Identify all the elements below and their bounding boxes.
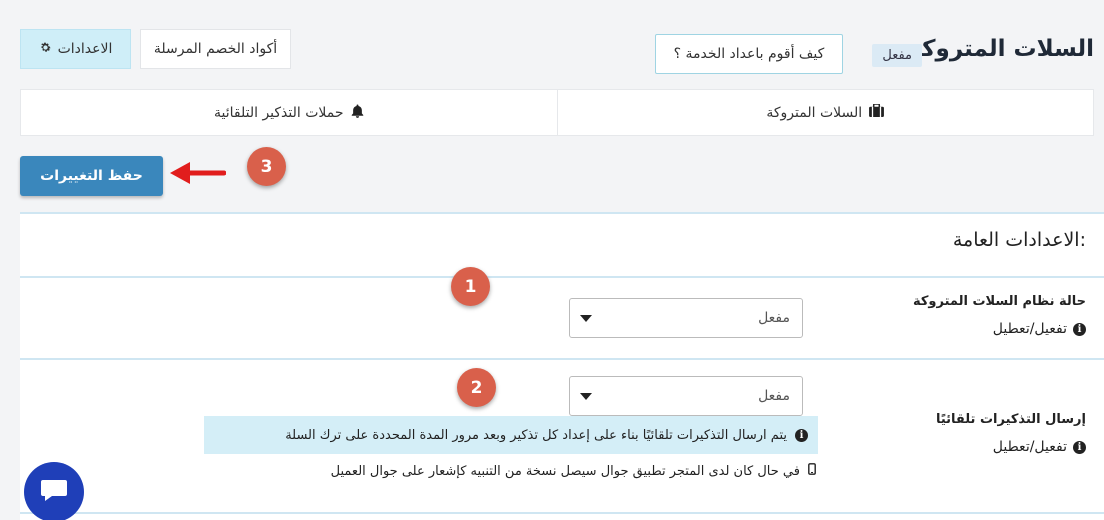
mobile-app-note: في حال كان لدى المتجر تطبيق جوال سيصل نس…	[250, 463, 818, 479]
divider	[20, 276, 1104, 278]
chat-bubble-icon	[40, 478, 68, 506]
tabs-bar: السلات المتروكة حملات التذكير التلقائية	[20, 89, 1094, 136]
bell-icon	[351, 104, 364, 122]
chat-widget-button[interactable]	[24, 462, 84, 520]
mobile-app-note-text: في حال كان لدى المتجر تطبيق جوال سيصل نس…	[330, 463, 800, 479]
cart-system-status-hint: i تفعيل/تعطيل	[993, 321, 1086, 337]
info-icon: i	[1073, 440, 1086, 454]
howto-label: كيف أقوم باعداد الخدمة ؟	[673, 46, 825, 62]
auto-reminders-hint-text: تفعيل/تعطيل	[992, 439, 1067, 455]
save-changes-label: حفظ التغييرات	[40, 168, 143, 184]
caret-down-icon	[580, 314, 592, 322]
mobile-phone-icon	[808, 463, 816, 479]
page-title: السلات المتروكة	[908, 36, 1094, 62]
auto-reminders-value: مفعل	[758, 388, 790, 404]
tab-abandoned-carts-label: السلات المتروكة	[766, 104, 863, 121]
settings-label: الاعدادات	[57, 41, 113, 57]
briefcase-icon	[869, 103, 885, 121]
sent-coupons-label: أكواد الخصم المرسلة	[153, 41, 278, 57]
cart-system-status-select[interactable]: مفعل	[569, 298, 803, 338]
arrow-left-icon	[170, 162, 226, 184]
step-badge-1: 1	[451, 267, 490, 306]
info-icon: i	[1073, 322, 1086, 336]
settings-button[interactable]: الاعدادات	[20, 29, 131, 69]
tab-abandoned-carts[interactable]: السلات المتروكة	[558, 90, 1094, 135]
auto-reminders-hint: i تفعيل/تعطيل	[993, 439, 1086, 455]
auto-reminders-info-alert: i يتم ارسال التذكيرات تلقائيًا بناء على …	[204, 416, 818, 454]
gear-icon	[39, 41, 52, 58]
divider	[20, 358, 1104, 360]
step-badge-2: 2	[457, 368, 496, 407]
auto-reminders-label: إرسال التذكيرات تلقائيًا	[935, 412, 1086, 427]
divider	[20, 512, 1104, 514]
step-badge-3: 3	[247, 147, 286, 186]
caret-down-icon	[580, 392, 592, 400]
tab-reminder-campaigns-label: حملات التذكير التلقائية	[214, 104, 344, 121]
info-icon: i	[795, 428, 808, 442]
cart-system-status-value: مفعل	[758, 310, 790, 326]
tab-reminder-campaigns[interactable]: حملات التذكير التلقائية	[21, 90, 558, 135]
cart-system-status-label: حالة نظام السلات المتروكة	[912, 294, 1086, 309]
sent-coupons-button[interactable]: أكواد الخصم المرسلة	[140, 29, 291, 69]
howto-button[interactable]: كيف أقوم باعداد الخدمة ؟	[655, 34, 843, 74]
auto-reminders-select[interactable]: مفعل	[569, 376, 803, 416]
general-settings-title: الاعدادات العامة:	[952, 229, 1086, 251]
cart-system-status-hint-text: تفعيل/تعطيل	[992, 321, 1067, 337]
auto-reminders-info-text: يتم ارسال التذكيرات تلقائيًا بناء على إع…	[285, 427, 787, 443]
save-changes-button[interactable]: حفظ التغييرات	[20, 156, 163, 196]
status-badge: مفعل	[872, 44, 922, 67]
